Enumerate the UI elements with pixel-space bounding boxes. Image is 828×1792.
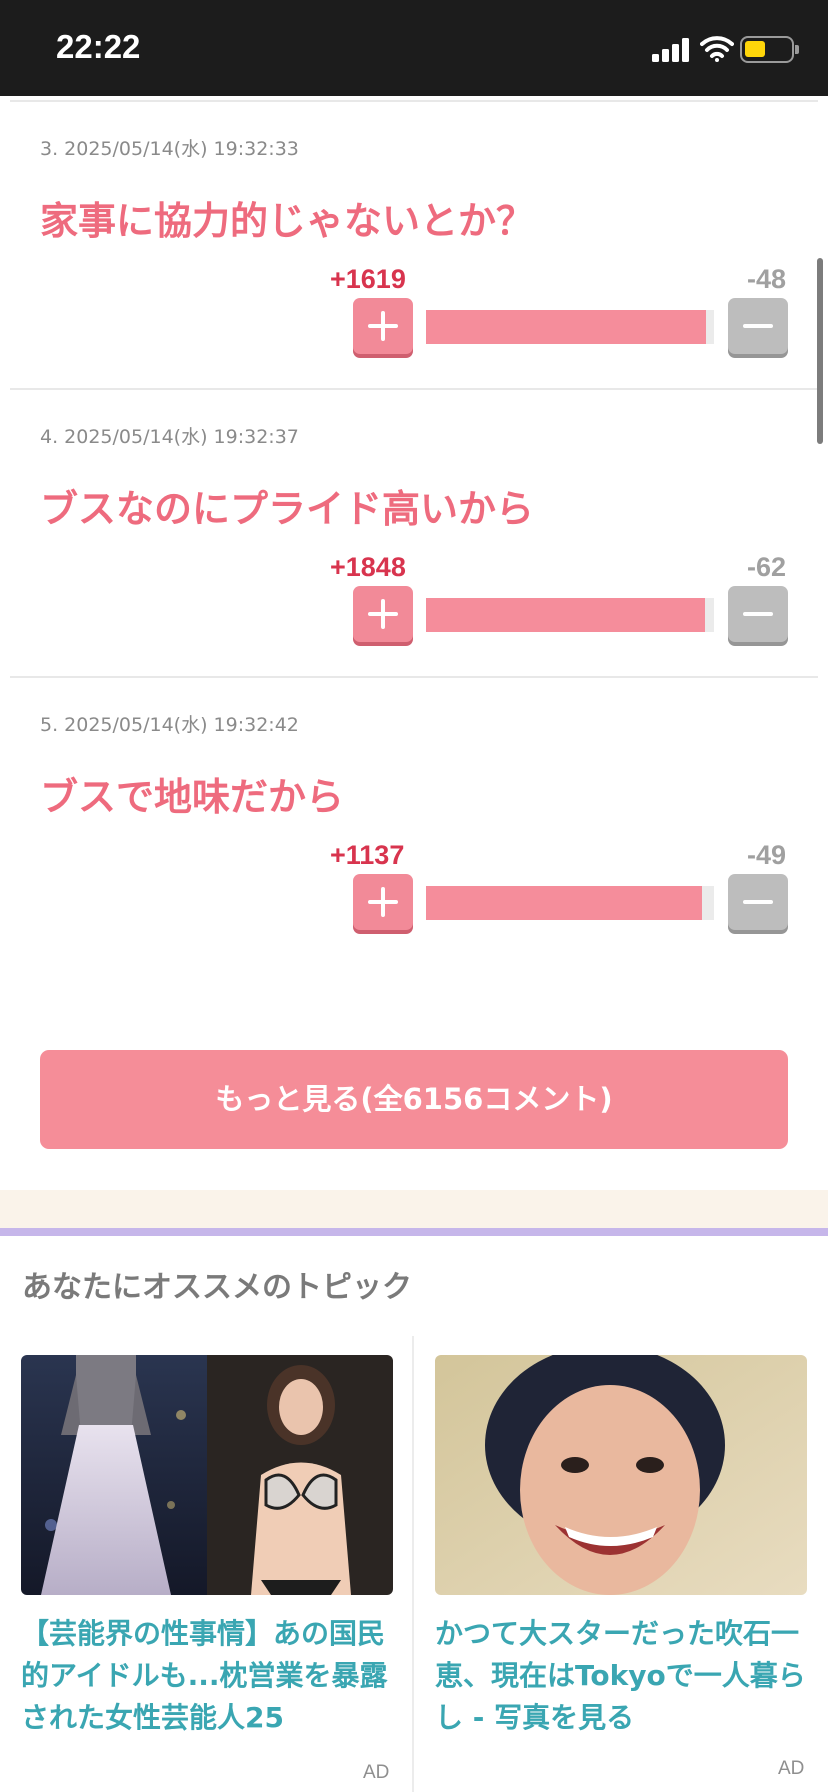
- comment-meta: 3. 2025/05/14(水) 19:32:33: [40, 138, 299, 160]
- vote-ratio-fill: [426, 598, 705, 632]
- card-image[interactable]: [435, 1355, 807, 1595]
- plus-vote-button[interactable]: [353, 586, 413, 642]
- status-time: 22:22: [56, 28, 141, 65]
- comment-meta: 5. 2025/05/14(水) 19:32:42: [40, 714, 299, 736]
- comment-item: 5. 2025/05/14(水) 19:32:42 ブスで地味だから +1137…: [10, 676, 818, 964]
- battery-icon: [740, 36, 799, 63]
- card-title[interactable]: かつて大スターだった吹石一恵、現在はTokyoで一人暮らし - 写真を見る: [435, 1613, 807, 1739]
- vote-ratio-bar: [426, 310, 714, 344]
- minus-count: -62: [746, 552, 786, 582]
- plus-count: +1137: [330, 840, 405, 870]
- wifi-icon: [700, 36, 734, 62]
- vote-ratio-fill: [426, 310, 706, 344]
- vote-ratio-fill: [426, 886, 703, 920]
- comment-item: 3. 2025/05/14(水) 19:32:33 家事に協力的じゃないとか？ …: [10, 100, 818, 388]
- ad-label: AD: [778, 1758, 805, 1779]
- vote-ratio-bar: [426, 598, 714, 632]
- minus-count: -49: [746, 840, 786, 870]
- plus-vote-button[interactable]: [353, 874, 413, 930]
- section-divider-line: [0, 1228, 828, 1236]
- minus-vote-button[interactable]: [728, 298, 788, 354]
- minus-vote-button[interactable]: [728, 586, 788, 642]
- ad-label: AD: [363, 1762, 390, 1783]
- minus-count: -48: [746, 264, 786, 294]
- card-title[interactable]: 【芸能界の性事情】あの国民的アイドルも...枕営業を暴露された女性芸能人25: [21, 1613, 393, 1739]
- more-comments-button[interactable]: もっと見る(全6156コメント): [40, 1050, 788, 1149]
- comment-item: 4. 2025/05/14(水) 19:32:37 ブスなのにプライド高いから …: [10, 388, 818, 676]
- minus-vote-button[interactable]: [728, 874, 788, 930]
- comment-body: ブスで地味だから: [40, 775, 345, 819]
- status-bar: 22:22: [0, 0, 828, 96]
- plus-vote-button[interactable]: [353, 298, 413, 354]
- scrollbar[interactable]: [817, 258, 823, 444]
- vote-ratio-bar: [426, 886, 714, 920]
- signal-icon: [652, 36, 692, 62]
- comment-body: ブスなのにプライド高いから: [40, 487, 535, 531]
- comment-body: 家事に協力的じゃないとか？: [40, 199, 535, 243]
- comment-meta: 4. 2025/05/14(水) 19:32:37: [40, 426, 299, 448]
- card-image[interactable]: [21, 1355, 393, 1595]
- section-divider: [0, 1190, 828, 1228]
- plus-count: +1619: [330, 264, 406, 294]
- card-divider: [412, 1336, 414, 1792]
- recommend-title: あなたにオススメのトピック: [22, 1270, 412, 1305]
- plus-count: +1848: [330, 552, 406, 582]
